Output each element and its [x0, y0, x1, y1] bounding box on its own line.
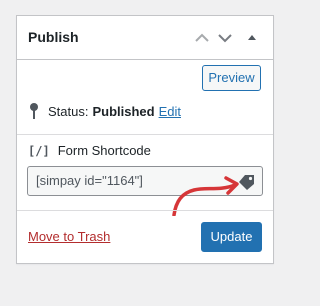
- move-to-trash-link[interactable]: Move to Trash: [28, 229, 110, 244]
- status-value: Published: [92, 103, 155, 119]
- status-edit-link[interactable]: Edit: [159, 104, 181, 119]
- panel-header: Publish: [17, 16, 273, 60]
- chevron-down-icon[interactable]: [216, 29, 234, 47]
- status-row: Status: Published Edit: [28, 101, 181, 121]
- divider: [17, 210, 273, 211]
- panel-title: Publish: [28, 29, 79, 45]
- update-button[interactable]: Update: [201, 222, 262, 252]
- shortcode-label: Form Shortcode: [57, 143, 151, 158]
- shortcode-value[interactable]: [simpay id="1164"]: [36, 173, 143, 188]
- divider: [17, 134, 273, 135]
- preview-button[interactable]: Preview: [202, 65, 261, 91]
- shortcode-icon: [/]: [28, 143, 50, 158]
- publish-panel: Publish Preview Status: Published Edit […: [16, 15, 274, 264]
- pin-icon: [30, 103, 38, 119]
- chevron-up-icon[interactable]: [193, 29, 211, 47]
- triangle-up-icon[interactable]: [243, 29, 261, 47]
- status-label: Status:: [48, 103, 89, 119]
- shortcode-heading: [/] Form Shortcode: [28, 143, 151, 158]
